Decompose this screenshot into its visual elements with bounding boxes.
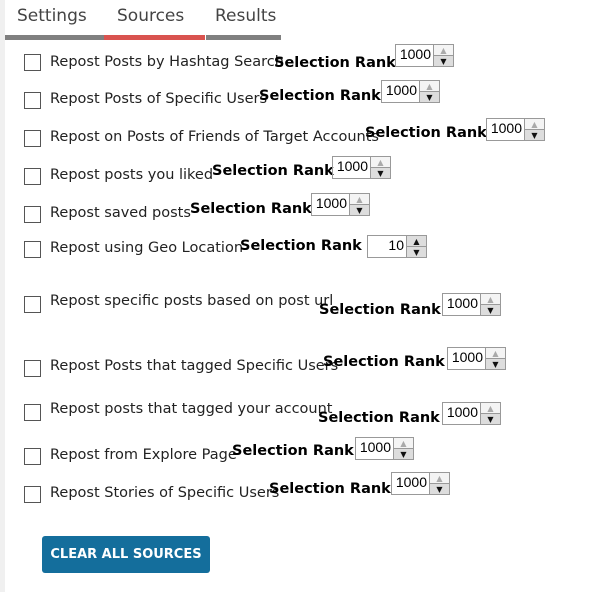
selection-rank-stepper[interactable]: 1000 ▲ ▼ bbox=[391, 472, 450, 495]
source-label: Repost on Posts of Friends of Target Acc… bbox=[50, 129, 379, 145]
clear-all-sources-button[interactable]: CLEAR ALL SOURCES bbox=[42, 536, 210, 573]
chevron-up-icon[interactable]: ▲ bbox=[350, 194, 369, 204]
chevron-down-icon[interactable]: ▼ bbox=[420, 91, 439, 102]
source-label: Repost using Geo Location bbox=[50, 240, 244, 256]
selection-rank-label: Selection Rank bbox=[323, 354, 445, 370]
source-label: Repost Posts that tagged Specific Users bbox=[50, 358, 339, 374]
chevron-up-icon[interactable]: ▲ bbox=[430, 473, 449, 483]
chevron-up-icon[interactable]: ▲ bbox=[486, 348, 505, 358]
selection-rank-stepper[interactable]: 1000 ▲ ▼ bbox=[447, 347, 506, 370]
chevron-down-icon[interactable]: ▼ bbox=[481, 413, 500, 424]
chevron-down-icon[interactable]: ▼ bbox=[434, 55, 453, 66]
tab-settings[interactable]: Settings bbox=[17, 6, 87, 26]
selection-rank-label: Selection Rank bbox=[274, 55, 396, 71]
tab-results[interactable]: Results bbox=[215, 6, 276, 26]
source-label: Repost saved posts bbox=[50, 205, 191, 221]
source-checkbox[interactable] bbox=[24, 404, 41, 421]
source-label: Repost Posts by Hashtag Search bbox=[50, 54, 284, 70]
selection-rank-stepper[interactable]: 1000 ▲ ▼ bbox=[442, 293, 501, 316]
source-checkbox[interactable] bbox=[24, 360, 41, 377]
chevron-down-icon[interactable]: ▼ bbox=[371, 167, 390, 178]
rank-value[interactable]: 1000 bbox=[391, 472, 429, 495]
source-checkbox[interactable] bbox=[24, 54, 41, 71]
source-label: Repost Stories of Specific Users bbox=[50, 485, 280, 501]
tab-underline bbox=[5, 35, 120, 40]
selection-rank-stepper[interactable]: 1000 ▲ ▼ bbox=[442, 402, 501, 425]
selection-rank-label: Selection Rank bbox=[259, 88, 381, 104]
left-border bbox=[0, 0, 5, 592]
selection-rank-label: Selection Rank bbox=[269, 481, 391, 497]
selection-rank-stepper[interactable]: 1000 ▲ ▼ bbox=[486, 118, 545, 141]
selection-rank-label: Selection Rank bbox=[319, 302, 441, 318]
selection-rank-label: Selection Rank bbox=[190, 201, 312, 217]
source-checkbox[interactable] bbox=[24, 296, 41, 313]
selection-rank-stepper[interactable]: 1000 ▲ ▼ bbox=[311, 193, 370, 216]
rank-value[interactable]: 1000 bbox=[442, 293, 480, 316]
source-checkbox[interactable] bbox=[24, 486, 41, 503]
source-checkbox[interactable] bbox=[24, 92, 41, 109]
chevron-down-icon[interactable]: ▼ bbox=[394, 448, 413, 459]
chevron-down-icon[interactable]: ▼ bbox=[350, 204, 369, 215]
chevron-down-icon[interactable]: ▼ bbox=[486, 358, 505, 369]
source-checkbox[interactable] bbox=[24, 130, 41, 147]
chevron-up-icon[interactable]: ▲ bbox=[525, 119, 544, 129]
selection-rank-stepper[interactable]: 1000 ▲ ▼ bbox=[381, 80, 440, 103]
chevron-down-icon[interactable]: ▼ bbox=[430, 483, 449, 494]
rank-value[interactable]: 1000 bbox=[332, 156, 370, 179]
rank-value[interactable]: 1000 bbox=[486, 118, 524, 141]
source-checkbox[interactable] bbox=[24, 168, 41, 185]
selection-rank-stepper[interactable]: 1000 ▲ ▼ bbox=[332, 156, 391, 179]
rank-value[interactable]: 1000 bbox=[447, 347, 485, 370]
rank-value[interactable]: 10 bbox=[367, 235, 406, 258]
chevron-up-icon[interactable]: ▲ bbox=[420, 81, 439, 91]
selection-rank-label: Selection Rank bbox=[365, 125, 487, 141]
source-label: Repost posts that tagged your account bbox=[50, 401, 333, 417]
chevron-down-icon[interactable]: ▼ bbox=[525, 129, 544, 140]
selection-rank-stepper[interactable]: 1000 ▲ ▼ bbox=[355, 437, 414, 460]
chevron-up-icon[interactable]: ▲ bbox=[394, 438, 413, 448]
source-checkbox[interactable] bbox=[24, 241, 41, 258]
rank-value[interactable]: 1000 bbox=[355, 437, 393, 460]
rank-value[interactable]: 1000 bbox=[395, 44, 433, 67]
chevron-up-icon[interactable]: ▲ bbox=[407, 236, 426, 246]
source-label: Repost from Explore Page bbox=[50, 447, 237, 463]
chevron-down-icon[interactable]: ▼ bbox=[481, 304, 500, 315]
tab-sources[interactable]: Sources bbox=[117, 6, 184, 26]
source-label: Repost Posts of Specific Users bbox=[50, 91, 268, 107]
source-checkbox[interactable] bbox=[24, 448, 41, 465]
chevron-up-icon[interactable]: ▲ bbox=[481, 294, 500, 304]
rank-value[interactable]: 1000 bbox=[442, 402, 480, 425]
chevron-up-icon[interactable]: ▲ bbox=[371, 157, 390, 167]
selection-rank-stepper[interactable]: 10 ▲ ▼ bbox=[367, 235, 427, 258]
rank-value[interactable]: 1000 bbox=[381, 80, 419, 103]
source-label: Repost specific posts based on post url bbox=[50, 293, 334, 309]
selection-rank-label: Selection Rank bbox=[318, 410, 440, 426]
tab-underline bbox=[104, 35, 205, 40]
selection-rank-label: Selection Rank bbox=[240, 238, 362, 254]
rank-value[interactable]: 1000 bbox=[311, 193, 349, 216]
selection-rank-stepper[interactable]: 1000 ▲ ▼ bbox=[395, 44, 454, 67]
selection-rank-label: Selection Rank bbox=[212, 163, 334, 179]
source-label: Repost posts you liked bbox=[50, 167, 214, 183]
chevron-up-icon[interactable]: ▲ bbox=[481, 403, 500, 413]
chevron-down-icon[interactable]: ▼ bbox=[407, 246, 426, 257]
tab-underline bbox=[206, 35, 281, 40]
selection-rank-label: Selection Rank bbox=[232, 443, 354, 459]
chevron-up-icon[interactable]: ▲ bbox=[434, 45, 453, 55]
source-checkbox[interactable] bbox=[24, 206, 41, 223]
